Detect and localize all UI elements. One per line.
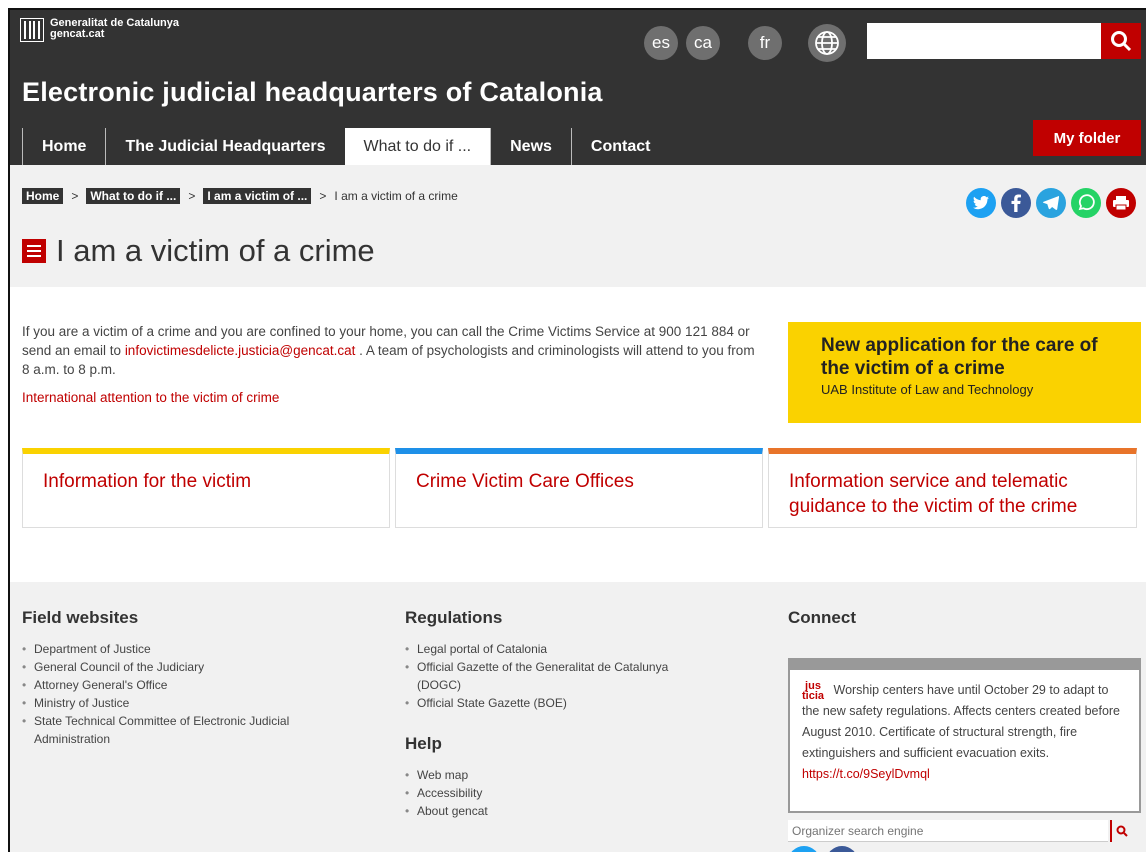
nav-judicial-headquarters[interactable]: The Judicial Headquarters <box>105 128 344 165</box>
footer-twitter-icon[interactable] <box>788 846 820 852</box>
browser-frame: Generalitat de Catalunya gencat.cat es c… <box>8 8 1146 852</box>
main-nav: Home The Judicial Headquarters What to d… <box>22 128 669 165</box>
lang-fr-button[interactable]: fr <box>748 26 782 60</box>
footer-link[interactable]: State Technical Committee of Electronic … <box>22 712 352 748</box>
connect-heading: Connect <box>788 608 856 627</box>
footer-link[interactable]: About gencat <box>405 802 675 820</box>
globe-icon[interactable] <box>808 24 846 62</box>
footer-link[interactable]: Department of Justice <box>22 640 352 658</box>
breadcrumb: Home > What to do if ... > I am a victim… <box>22 188 458 204</box>
print-icon[interactable] <box>1106 188 1136 218</box>
field-websites-heading: Field websites <box>22 608 139 627</box>
twitter-icon[interactable] <box>966 188 996 218</box>
gencat-logo-icon <box>20 18 44 42</box>
breadcrumb-separator: > <box>319 189 327 203</box>
breadcrumb-current: I am a victim of a crime <box>334 189 458 203</box>
breadcrumb-what-to-do[interactable]: What to do if ... <box>86 188 181 204</box>
footer-field-websites: Field websites Department of Justice Gen… <box>22 608 352 748</box>
footer-link[interactable]: Attorney General's Office <box>22 676 352 694</box>
page-title: I am a victim of a crime <box>22 233 375 269</box>
search-icon <box>1116 825 1128 837</box>
footer-link[interactable]: General Council of the Judiciary <box>22 658 352 676</box>
breadcrumb-separator: > <box>188 189 196 203</box>
regulations-heading: Regulations <box>405 608 503 627</box>
telegram-icon[interactable] <box>1036 188 1066 218</box>
breadcrumb-separator: > <box>71 189 79 203</box>
footer-link[interactable]: Legal portal of Catalonia <box>405 640 675 658</box>
page-title-text: I am a victim of a crime <box>56 233 375 268</box>
lang-es-button[interactable]: es <box>644 26 678 60</box>
promo-subtitle: UAB Institute of Law and Technology <box>821 382 1034 397</box>
intro-text: If you are a victim of a crime and you a… <box>22 324 755 377</box>
tweet-link[interactable]: https://t.co/9SeylDvmql <box>802 767 930 781</box>
help-heading: Help <box>405 734 442 753</box>
twitter-feed-widget[interactable]: jus ticia Worship centers have until Oct… <box>788 658 1141 813</box>
logo-line2: gencat.cat <box>50 28 105 40</box>
nav-contact[interactable]: Contact <box>570 128 670 165</box>
card-care-offices[interactable]: Crime Victim Care Offices <box>395 448 763 528</box>
promo-banner[interactable]: New application for the care of the vict… <box>788 322 1141 423</box>
my-folder-button[interactable]: My folder <box>1033 120 1141 156</box>
nav-home[interactable]: Home <box>22 128 105 165</box>
footer-link[interactable]: Official State Gazette (BOE) <box>405 694 675 712</box>
search-icon <box>1111 31 1132 52</box>
footer-connect: Connect <box>788 608 1141 628</box>
email-link[interactable]: infovictimesdelicte.justicia@gencat.cat <box>125 343 356 358</box>
nav-news[interactable]: News <box>490 128 571 165</box>
organizer-search-input[interactable] <box>788 820 1108 842</box>
footer-link[interactable]: Accessibility <box>405 784 675 802</box>
share-buttons <box>966 188 1136 218</box>
site-search-button[interactable] <box>1101 23 1141 59</box>
tweet-text: Worship centers have until October 29 to… <box>802 683 1121 760</box>
breadcrumb-victim[interactable]: I am a victim of ... <box>203 188 312 204</box>
whatsapp-icon[interactable] <box>1071 188 1101 218</box>
promo-title: New application for the care of the vict… <box>821 335 1098 379</box>
justicia-logo: jus ticia <box>802 679 825 702</box>
international-attention-link[interactable]: International attention to the victim of… <box>22 390 279 405</box>
nav-what-to-do-if[interactable]: What to do if ... <box>344 128 491 165</box>
footer-regulations: Regulations Legal portal of Catalonia Of… <box>405 608 675 820</box>
footer-link[interactable]: Web map <box>405 766 675 784</box>
footer-link[interactable]: Official Gazette of the Generalitat de C… <box>405 658 675 694</box>
organizer-search-button[interactable] <box>1110 820 1132 842</box>
footer-link[interactable]: Ministry of Justice <box>22 694 352 712</box>
card-information-victim[interactable]: Information for the victim <box>22 448 390 528</box>
site-title[interactable]: Electronic judicial headquarters of Cata… <box>22 77 603 108</box>
gencat-logo[interactable]: Generalitat de Catalunya gencat.cat <box>20 18 179 42</box>
footer-facebook-icon[interactable] <box>826 846 858 852</box>
lang-ca-button[interactable]: ca <box>686 26 720 60</box>
title-bar: Home > What to do if ... > I am a victim… <box>10 165 1146 287</box>
site-search-input[interactable] <box>867 23 1101 59</box>
breadcrumb-home[interactable]: Home <box>22 188 64 204</box>
menu-icon[interactable] <box>22 239 46 263</box>
facebook-icon[interactable] <box>1001 188 1031 218</box>
card-telematic-guidance[interactable]: Information service and telematic guidan… <box>768 448 1137 528</box>
site-footer: Field websites Department of Justice Gen… <box>10 582 1146 852</box>
site-header: Generalitat de Catalunya gencat.cat es c… <box>10 10 1146 165</box>
